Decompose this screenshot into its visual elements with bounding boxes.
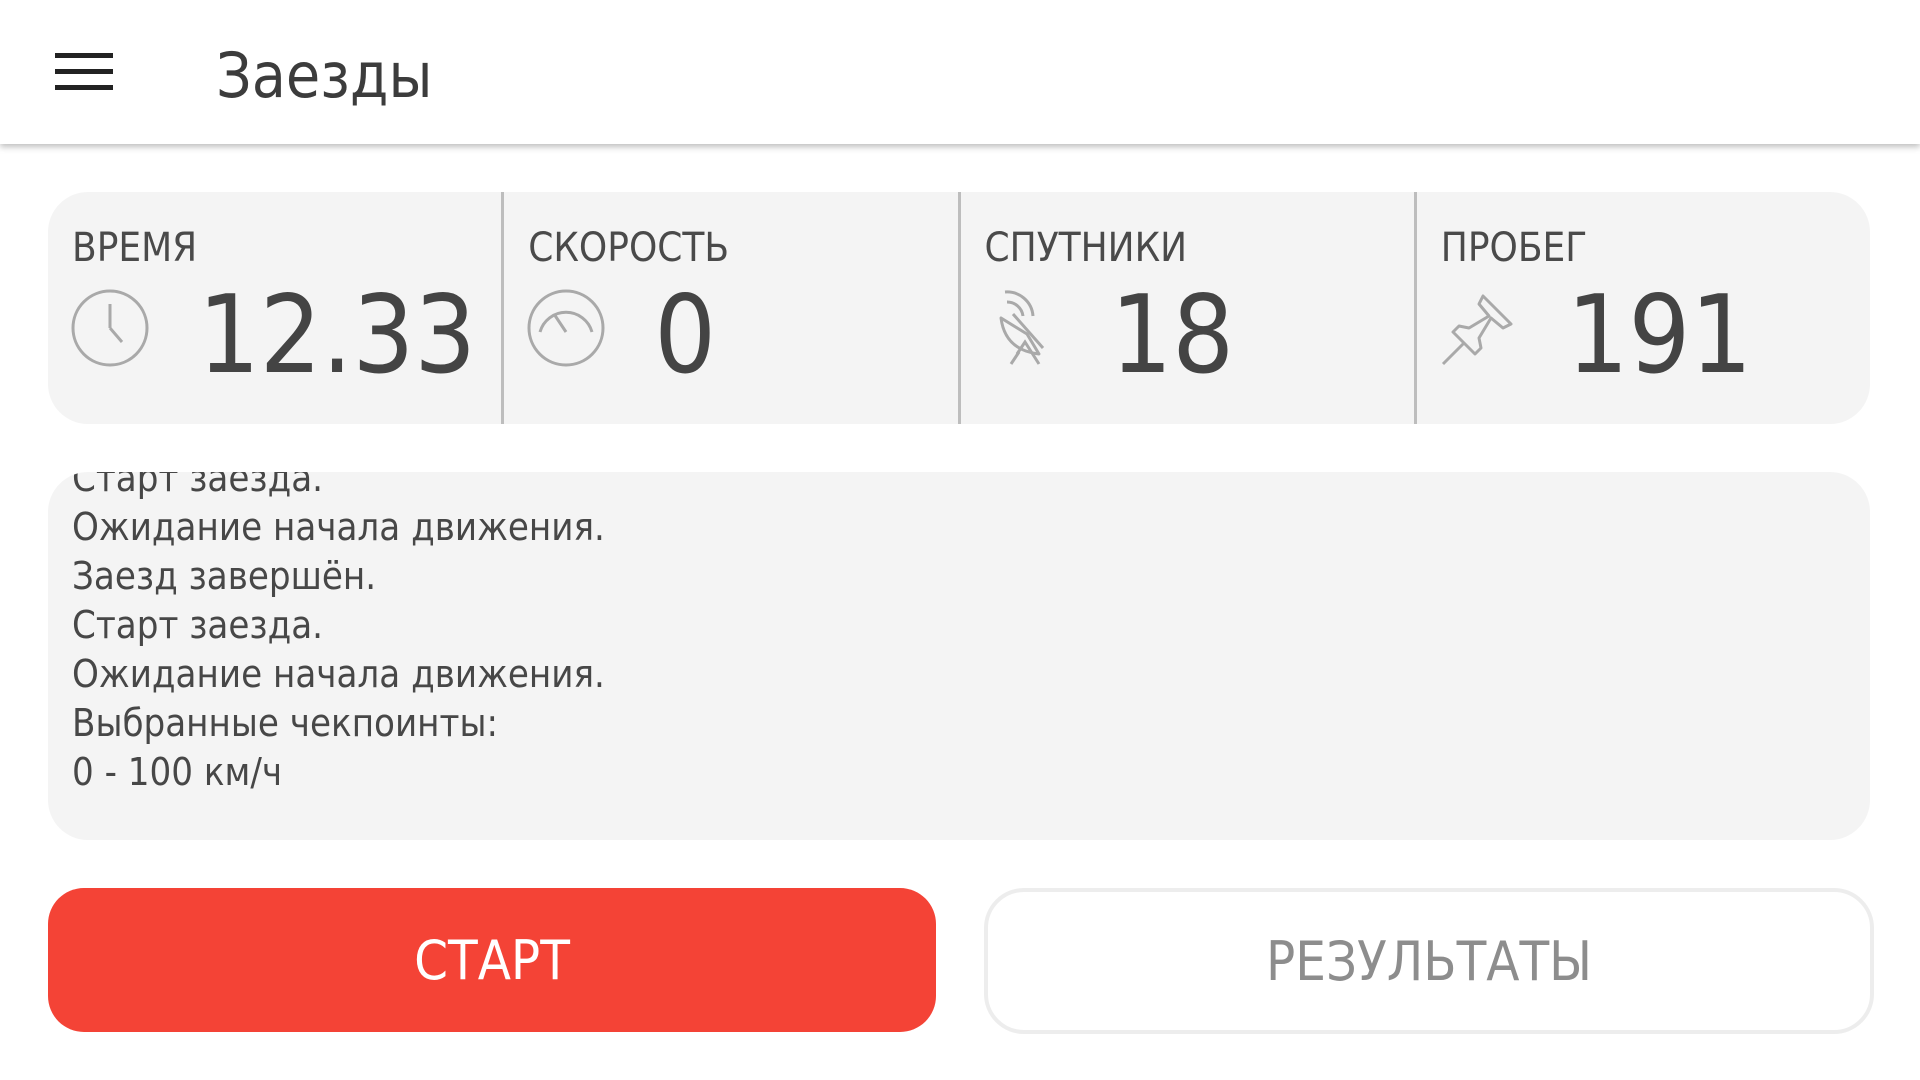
stat-mileage-value: 191 bbox=[1566, 273, 1753, 398]
log-line: Ожидание начала движения. bbox=[72, 505, 605, 549]
stat-speed-value: 0 bbox=[654, 273, 717, 398]
stats-panel: ВРЕМЯ 12.33 СКОРОСТЬ 0 СПУТНИКИ 18 ПРОБЕ… bbox=[48, 192, 1870, 424]
stat-speed: СКОРОСТЬ 0 bbox=[501, 192, 957, 424]
log-line: Старт заезда. bbox=[72, 472, 324, 500]
log-line: Заезд завершён. bbox=[72, 554, 377, 598]
stat-mileage-label: ПРОБЕГ bbox=[1440, 225, 1588, 271]
event-log-lines: Старт заезда. Ожидание начала движения. … bbox=[72, 472, 605, 797]
stat-time-value: 12.33 bbox=[198, 273, 477, 398]
stat-speed-label: СКОРОСТЬ bbox=[528, 225, 730, 271]
pushpin-icon bbox=[1441, 294, 1513, 366]
app-bar: Заезды bbox=[0, 0, 1920, 144]
log-line: Старт заезда. bbox=[72, 603, 324, 647]
log-line: Выбранные чекпоинты: bbox=[72, 701, 498, 745]
menu-button[interactable] bbox=[40, 32, 128, 112]
stat-satellites-value: 18 bbox=[1110, 273, 1235, 398]
hamburger-menu-icon bbox=[55, 53, 113, 90]
event-log[interactable]: Старт заезда. Ожидание начала движения. … bbox=[48, 472, 1870, 840]
stat-mileage: ПРОБЕГ 191 bbox=[1413, 192, 1870, 424]
speedometer-icon bbox=[527, 289, 605, 367]
stat-satellites-label: СПУТНИКИ bbox=[984, 225, 1188, 271]
stat-time: ВРЕМЯ 12.33 bbox=[48, 192, 501, 424]
log-line: Ожидание начала движения. bbox=[72, 652, 605, 696]
start-button[interactable]: СТАРТ bbox=[48, 888, 936, 1032]
satellite-dish-icon bbox=[999, 290, 1044, 365]
clock-icon bbox=[71, 289, 149, 367]
log-line: 0 - 100 км/ч bbox=[72, 750, 283, 794]
stat-satellites: СПУТНИКИ 18 bbox=[957, 192, 1414, 424]
stat-time-label: ВРЕМЯ bbox=[72, 225, 198, 271]
page-title: Заезды bbox=[216, 39, 433, 112]
results-button[interactable]: РЕЗУЛЬТАТЫ bbox=[984, 888, 1874, 1034]
